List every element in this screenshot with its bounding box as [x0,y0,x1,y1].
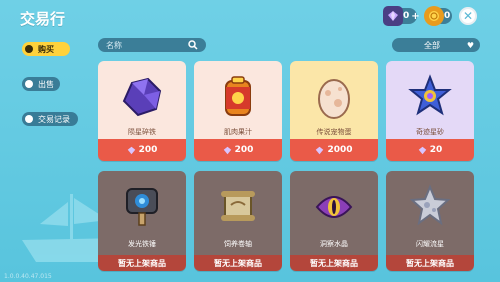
sidebar-item-label: 交易记录 [38,114,70,124]
sidebar-item-buy[interactable]: 购买 [22,42,70,56]
close-button[interactable]: ✕ [459,7,477,25]
miracle-star-sand-icon [408,74,452,116]
item-name: 发光铁锤 [128,240,156,248]
price-value: 20 [429,145,443,155]
gem-balance[interactable]: 0 + [383,6,420,26]
buy-icon [25,45,33,53]
item-name: 闪耀流星 [416,240,444,248]
version-label: 1.0.0.40.47.015 [4,273,52,280]
shining-meteor-icon [409,184,451,226]
item-price: 20 [386,139,474,161]
gem-icon [316,146,324,154]
item-name: 肌肉果汁 [224,128,252,136]
locked-item-card[interactable]: 闪耀流星 暂无上架商品 [386,171,474,271]
item-name: 洞察水晶 [320,240,348,248]
sidebar-item-label: 购买 [38,44,54,54]
gem-icon [223,146,231,154]
shop-item-card[interactable]: 奇迹星砂 20 [386,61,474,161]
locked-item-card[interactable]: 发光铁锤 暂无上架商品 [98,171,186,271]
shop-item-card[interactable]: 陨星碎铁 200 [98,61,186,161]
item-price: 200 [194,139,282,161]
gem-icon [418,146,426,154]
item-name: 传说宠物蛋 [316,128,352,136]
history-icon [25,115,33,123]
price-value: 200 [234,145,254,155]
item-name: 奇迹星砂 [416,128,444,136]
no-listing-label: 暂无上架商品 [98,255,186,271]
item-price: 2000 [290,139,378,161]
insight-crystal-icon [315,196,353,218]
page-title: 交易行 [20,10,66,28]
no-listing-label: 暂无上架商品 [290,255,378,271]
gem-count: 0 [403,11,410,21]
search-icon[interactable] [188,40,198,50]
breeding-scroll-icon [221,191,255,221]
search-placeholder: 名称 [106,40,122,50]
sidebar-item-sell[interactable]: 出售 [22,77,60,91]
chevron-down-icon: ♥ [466,41,474,50]
legendary-pet-egg-icon [318,79,350,119]
coin-balance: 0 [424,6,452,26]
category-filter-dropdown[interactable]: 全部 ♥ [392,38,480,52]
gem-icon [127,146,135,154]
price-value: 200 [138,145,158,155]
item-name: 饲养卷轴 [224,240,252,248]
price-value: 2000 [327,145,353,155]
glowing-hammer-icon [126,188,158,226]
close-icon: ✕ [462,9,474,23]
muscle-juice-icon [225,76,251,116]
item-name: 陨星碎铁 [128,128,156,136]
sell-icon [25,80,33,88]
filter-selected: 全部 [424,40,440,50]
sidebar-item-trade-history[interactable]: 交易记录 [22,112,78,126]
no-listing-label: 暂无上架商品 [386,255,474,271]
shop-item-card[interactable]: 传说宠物蛋 2000 [290,61,378,161]
search-input[interactable]: 名称 [98,38,206,52]
locked-item-card[interactable]: 饲养卷轴 暂无上架商品 [194,171,282,271]
coin-count: 0 [444,11,451,21]
coin-icon [424,6,444,26]
no-listing-label: 暂无上架商品 [194,255,282,271]
item-price: 200 [98,139,186,161]
gem-icon [383,6,403,26]
add-gem-button[interactable]: + [411,11,419,22]
sidebar-item-label: 出售 [38,79,54,89]
shop-item-card[interactable]: 肌肉果汁 200 [194,61,282,161]
meteorite-iron-icon [122,77,162,117]
locked-item-card[interactable]: 洞察水晶 暂无上架商品 [290,171,378,271]
